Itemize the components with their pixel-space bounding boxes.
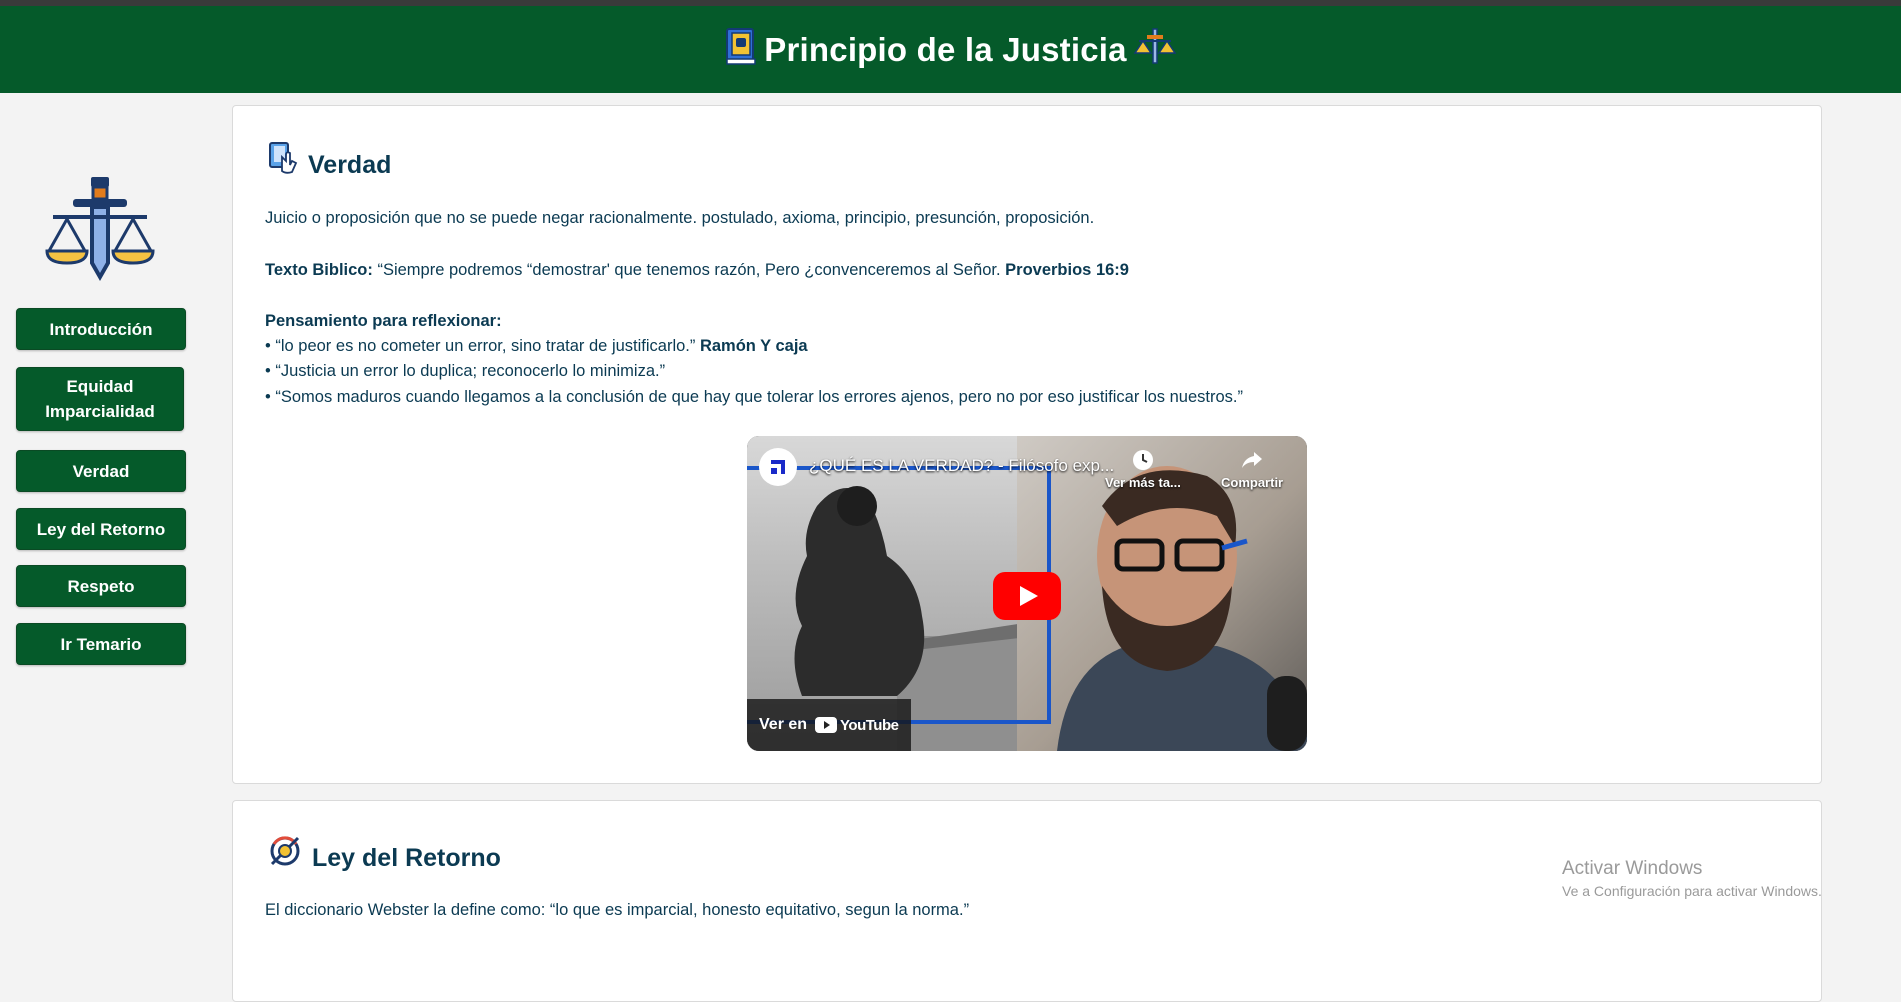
return-cycle-icon bbox=[268, 834, 302, 873]
verdad-definition: Juicio o proposición que no se puede neg… bbox=[265, 209, 1095, 227]
sidebar-item-ley-del-retorno[interactable]: Ley del Retorno bbox=[16, 508, 186, 550]
youtube-logo-icon: YouTube bbox=[815, 717, 899, 734]
ley-retorno-heading: Ley del Retorno bbox=[312, 844, 501, 872]
sword-scales-icon bbox=[45, 173, 155, 283]
share-icon bbox=[1242, 452, 1263, 468]
biblical-label: Texto Biblico: bbox=[265, 261, 373, 279]
verdad-heading: Verdad bbox=[308, 151, 392, 179]
thought-item: • “lo peor es no cometer un error, sino … bbox=[265, 337, 808, 355]
sidebar-item-equidad-imparcialidad[interactable]: Equidad Imparcialidad bbox=[16, 367, 184, 431]
book-hand-icon bbox=[268, 141, 298, 180]
sidebar-item-ir-temario[interactable]: Ir Temario bbox=[16, 623, 186, 665]
ley-retorno-definition: El diccionario Webster la define como: “… bbox=[265, 901, 970, 919]
share-button[interactable]: Compartir bbox=[1221, 448, 1283, 490]
ley-retorno-section: Ley del Retorno El diccionario Webster l… bbox=[232, 800, 1822, 1002]
biblical-reference: Proverbios 16:9 bbox=[1005, 261, 1129, 279]
windows-activation-watermark: Activar Windows Ve a Configuración para … bbox=[1562, 858, 1822, 899]
biblical-text: Texto Biblico: “Siempre podremos “demost… bbox=[265, 261, 1129, 280]
watch-later-button[interactable]: Ver más ta... bbox=[1105, 448, 1181, 490]
sidebar-item-introduccion[interactable]: Introducción bbox=[16, 308, 186, 350]
page-header: Principio de la Justicia bbox=[0, 6, 1901, 93]
watch-on-youtube-button[interactable]: Ver en YouTube bbox=[747, 699, 911, 751]
sidebar-item-respeto[interactable]: Respeto bbox=[16, 565, 186, 607]
thought-item: • “Somos maduros cuando llegamos a la co… bbox=[265, 388, 1243, 406]
thought-author: Ramón Y caja bbox=[699, 337, 808, 355]
thought-label: Pensamiento para reflexionar: bbox=[265, 312, 502, 330]
verdad-section: Verdad Juicio o proposición que no se pu… bbox=[232, 105, 1822, 784]
channel-avatar[interactable] bbox=[759, 448, 797, 486]
clock-icon bbox=[1132, 450, 1153, 470]
thought-item: • “Justicia un error lo duplica; reconoc… bbox=[265, 362, 666, 380]
book-icon bbox=[724, 27, 758, 72]
sidebar: Introducción Equidad Imparcialidad Verda… bbox=[0, 93, 215, 953]
play-icon[interactable] bbox=[993, 572, 1061, 620]
page-title: Principio de la Justicia bbox=[764, 30, 1127, 68]
video-title[interactable]: ¿QUÉ ES LA VERDAD? - Filósofo exp... bbox=[809, 456, 1114, 476]
sidebar-item-verdad[interactable]: Verdad bbox=[16, 450, 186, 492]
youtube-video-embed[interactable]: ¿QUÉ ES LA VERDAD? - Filósofo exp... Ver… bbox=[747, 436, 1307, 751]
scales-icon bbox=[1133, 27, 1177, 72]
biblical-quote: “Siempre podremos “demostrar' que tenemo… bbox=[372, 261, 1006, 279]
